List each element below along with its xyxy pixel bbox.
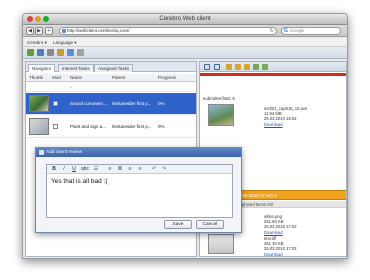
column-name[interactable]: Name <box>70 75 82 80</box>
settings-icon[interactable] <box>67 49 74 56</box>
task-thumbnail <box>29 95 49 112</box>
strikethrough-button[interactable]: abc <box>80 166 90 173</box>
column-parent[interactable]: Parent <box>112 75 125 80</box>
attachment-date: 25.03.2010 17:02 <box>264 246 297 252</box>
dialog-title: Add client review <box>46 150 83 155</box>
home-icon[interactable] <box>27 49 34 56</box>
search-field[interactable]: G Google <box>281 27 341 35</box>
status-strip <box>200 73 346 76</box>
column-progress[interactable]: Progress <box>158 75 176 80</box>
window-title: Cerebro Web client <box>159 16 211 22</box>
title-bar: Cerebro Web client <box>23 14 347 25</box>
modified-checkbox[interactable] <box>53 101 58 106</box>
review-text[interactable]: Yes that is all bad :( <box>51 178 108 185</box>
add-client-review-dialog: Add client review B I U abc ☰ ≡ ≣ ≡ ≡ ↶ … <box>35 147 242 233</box>
download-link[interactable]: Download <box>264 230 297 235</box>
editor-toolbar: B I U abc ☰ ≡ ≣ ≡ ≡ ↶ ↷ <box>47 165 232 174</box>
redo-button[interactable]: ↷ <box>160 166 168 173</box>
new-task-icon[interactable] <box>57 49 64 56</box>
report-icon[interactable] <box>244 64 250 70</box>
modified-checkbox[interactable] <box>53 124 58 129</box>
list-button[interactable]: ☰ <box>92 166 100 173</box>
review-icon <box>39 150 44 155</box>
list-icon[interactable] <box>214 64 220 70</box>
menu-cerebro[interactable]: Cerebro ▾ <box>27 40 47 46</box>
download-link[interactable]: Download <box>264 252 297 256</box>
attachment-info: test.tiff 461.30 KB 25.03.2010 17:02 Dow… <box>264 236 297 256</box>
align-center-button[interactable]: ≣ <box>116 166 124 173</box>
back-button[interactable]: ◀ <box>26 27 34 35</box>
italic-button[interactable]: I <box>60 166 68 173</box>
app-toolbar <box>23 47 347 59</box>
save-button[interactable]: Save <box>164 220 192 229</box>
refresh-icon[interactable]: ↻ <box>270 28 274 34</box>
row-progress: 0% <box>158 124 165 129</box>
attachment-thumbnail[interactable] <box>208 104 234 126</box>
row-name: .. <box>70 84 73 89</box>
attachment-info: white.png 251.86 KB 25.03.2010 17:02 Dow… <box>264 214 297 235</box>
table-row[interactable]: .. <box>26 83 196 92</box>
app-menubar: Cerebro ▾ Language ▾ <box>23 38 347 47</box>
attach-icon[interactable] <box>262 64 268 70</box>
task-table-header: Thumb Mod Name Parent Progress <box>26 74 196 82</box>
undo-button[interactable]: ↶ <box>150 166 158 173</box>
row-progress: 0% <box>158 101 165 106</box>
attachment-date: 25.03.2010 17:02 <box>264 224 297 230</box>
column-mod[interactable]: Mod <box>52 75 61 80</box>
table-row[interactable]: Sound comment ... /testaneider first p..… <box>26 93 196 115</box>
cancel-button[interactable]: Cancel <box>196 220 224 229</box>
add-bookmark-button[interactable]: + <box>45 27 53 35</box>
forward-button[interactable]: ▶ <box>35 27 43 35</box>
message-author: submitter/list2 X <box>203 96 236 101</box>
view-icon[interactable] <box>204 64 210 70</box>
address-bar: ◀ ▶ + http://webclient.cerebrohq.com/ ↻ … <box>23 25 347 37</box>
attachment-info: scr001_cap015_v2.avs 11.94 MB 25.03.2010… <box>264 106 307 127</box>
tab-navigator[interactable]: Navigator <box>28 64 56 72</box>
download-link[interactable]: Download <box>264 122 307 127</box>
search-placeholder: Google <box>290 28 305 33</box>
tab-interest-tasks[interactable]: Interest Tasks <box>58 64 94 72</box>
refresh-tree-icon[interactable] <box>37 49 44 56</box>
detail-toolbar <box>200 62 346 72</box>
review-icon[interactable] <box>235 64 241 70</box>
table-row[interactable]: Paint and sign a... /testaneider first p… <box>26 116 196 138</box>
delete-icon[interactable] <box>77 49 84 56</box>
bold-button[interactable]: B <box>50 166 58 173</box>
row-parent: /testaneider first p... <box>112 124 152 129</box>
row-parent: /testaneider first p... <box>112 101 152 106</box>
justify-button[interactable]: ≡ <box>136 166 144 173</box>
menu-language[interactable]: Language ▾ <box>53 40 77 46</box>
review-editor[interactable]: B I U abc ☰ ≡ ≣ ≡ ≡ ↶ ↷ Yes that is all … <box>46 164 233 218</box>
dialog-title-bar[interactable]: Add client review <box>36 148 241 157</box>
filter-icon[interactable] <box>47 49 54 56</box>
url-field[interactable]: http://webclient.cerebrohq.com/ ↻ <box>59 27 277 35</box>
site-favicon-icon <box>62 29 66 33</box>
row-name: Sound comment ... <box>70 101 108 106</box>
row-name: Paint and sign a... <box>70 124 107 129</box>
google-icon: G <box>284 28 288 34</box>
underline-button[interactable]: U <box>70 166 78 173</box>
approve-icon[interactable] <box>253 64 259 70</box>
column-thumb[interactable]: Thumb <box>29 75 43 80</box>
align-right-button[interactable]: ≡ <box>126 166 134 173</box>
note-icon[interactable] <box>226 64 232 70</box>
url-text: http://webclient.cerebrohq.com/ <box>67 28 130 33</box>
navigator-tabs: Navigator Interest Tasks Assigned Tasks <box>26 62 196 72</box>
tab-assigned-tasks[interactable]: Assigned Tasks <box>94 64 134 72</box>
task-thumbnail <box>29 118 49 135</box>
align-left-button[interactable]: ≡ <box>106 166 114 173</box>
attachment-thumbnail[interactable] <box>208 234 234 254</box>
